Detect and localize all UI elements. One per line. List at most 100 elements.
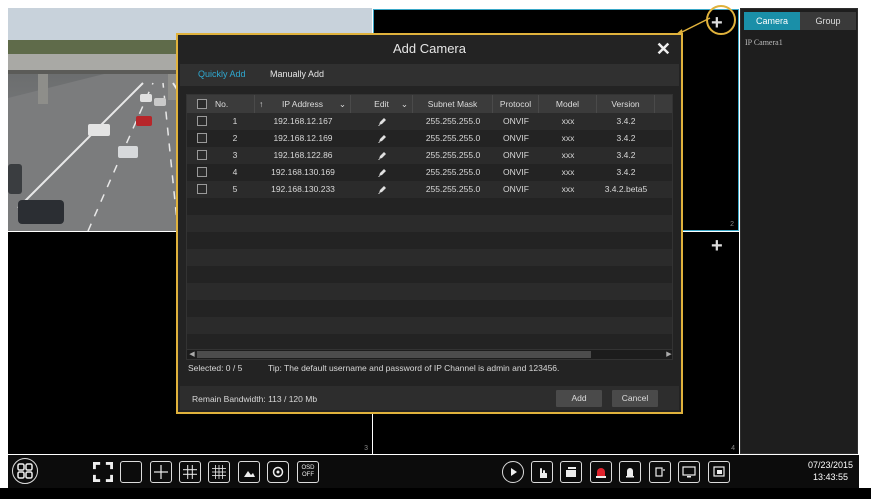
sequence-button[interactable]	[267, 461, 289, 483]
table-row[interactable]: 3 192.168.122.86 255.255.255.0 ONVIF xxx 3.4.…	[187, 147, 672, 164]
picture-icon	[244, 471, 255, 477]
row-subnet-mask: 255.255.255.0	[425, 184, 481, 194]
snapshot-button[interactable]	[560, 461, 582, 483]
row-model: xxx	[561, 184, 575, 194]
layout-1-button[interactable]	[120, 461, 142, 483]
row-version: 3.4.2	[616, 150, 636, 160]
scrollbar-thumb[interactable]	[197, 351, 591, 358]
row-version: 3.4.2	[616, 116, 636, 126]
dialog-footer: Remain Bandwidth: 113 / 120 Mb Add Cance…	[180, 386, 679, 410]
layout-4-button[interactable]	[150, 461, 172, 483]
manual-record-button[interactable]	[590, 461, 612, 483]
row-checkbox[interactable]	[197, 184, 207, 194]
row-checkbox[interactable]	[197, 133, 207, 143]
header-edit[interactable]: Edit ⌄	[351, 95, 413, 113]
table-row	[187, 300, 672, 317]
header-protocol[interactable]: Protocol	[493, 95, 539, 113]
table-row[interactable]: 5 192.168.130.233 255.255.255.0 ONVIF xxx 3.4…	[187, 181, 672, 198]
start-menu-button[interactable]	[12, 458, 38, 484]
fullscreen-button[interactable]	[92, 461, 114, 483]
row-protocol: ONVIF	[503, 184, 529, 194]
row-protocol: ONVIF	[503, 116, 529, 126]
alarm-status-button[interactable]	[619, 461, 641, 483]
playback-button[interactable]	[502, 461, 524, 483]
edit-pencil-icon[interactable]	[351, 181, 413, 198]
row-version: 3.4.2	[616, 167, 636, 177]
tab-quickly-add[interactable]: Quickly Add	[198, 69, 246, 79]
info-screen-icon	[713, 466, 725, 477]
chevron-down-icon[interactable]: ⌄	[401, 95, 408, 113]
tab-camera[interactable]: Camera	[744, 12, 800, 30]
bottom-edge	[0, 488, 871, 499]
nvr-screen: 1 + 2 3 + 4 Camera Group IP Camera1 Add …	[0, 0, 871, 499]
close-icon[interactable]: ✕	[656, 39, 671, 59]
table-row[interactable]: 1 192.168.12.167 255.255.255.0 ONVIF xxx 3.4.…	[187, 113, 672, 130]
horizontal-scrollbar[interactable]: ◀ ▶	[187, 349, 672, 359]
dialog-tabs: Quickly Add Manually Add	[180, 64, 679, 86]
add-camera-plus-icon[interactable]: +	[711, 236, 723, 256]
system-info-button[interactable]	[708, 461, 730, 483]
play-icon	[511, 468, 517, 476]
header-ip-address[interactable]: ↑ IP Address ⌄	[255, 95, 351, 113]
header-version[interactable]: Version	[597, 95, 655, 113]
layout-quad-icon	[154, 465, 168, 479]
row-version: 3.4.2.beta5	[604, 184, 648, 194]
table-row[interactable]: 2 192.168.12.169 255.255.255.0 ONVIF xxx 3.4.…	[187, 130, 672, 147]
image-adjust-button[interactable]	[238, 461, 260, 483]
row-subnet-mask: 255.255.255.0	[425, 133, 481, 143]
add-button[interactable]: Add	[556, 390, 602, 407]
time-text: 13:43:55	[812, 472, 848, 482]
refresh-cycle-icon	[272, 466, 284, 478]
camera-search-table: No. ↑ IP Address ⌄ Edit ⌄ Subnet Mask Pr…	[186, 94, 673, 360]
edit-pencil-icon[interactable]	[351, 164, 413, 181]
row-checkbox[interactable]	[197, 167, 207, 177]
osd-toggle-button[interactable]: OSD OFF	[297, 461, 319, 483]
dialog-title: Add Camera	[393, 41, 466, 56]
row-version: 3.4.2	[616, 133, 636, 143]
table-row	[187, 215, 672, 232]
table-row	[187, 249, 672, 266]
row-checkbox[interactable]	[197, 150, 207, 160]
fullscreen-icon	[93, 462, 113, 482]
table-row[interactable]: 4 192.168.130.169 255.255.255.0 ONVIF xxx 3.4…	[187, 164, 672, 181]
edit-pencil-icon[interactable]	[351, 147, 413, 164]
alarm-bell-icon	[626, 468, 634, 478]
row-number: 3	[232, 150, 238, 160]
header-subnet-mask[interactable]: Subnet Mask	[413, 95, 493, 113]
layout-16-button[interactable]	[208, 461, 230, 483]
row-number: 1	[232, 116, 238, 126]
table-header: No. ↑ IP Address ⌄ Edit ⌄ Subnet Mask Pr…	[187, 95, 672, 113]
ptz-button[interactable]	[531, 461, 553, 483]
chevron-down-icon[interactable]: ⌄	[339, 95, 346, 113]
intercom-icon	[655, 467, 665, 477]
tip-text: Tip: The default username and password o…	[268, 363, 560, 373]
row-model: xxx	[561, 116, 575, 126]
edit-pencil-icon[interactable]	[351, 113, 413, 130]
camera-image-icon	[566, 467, 576, 477]
tile-number: 3	[364, 445, 368, 452]
date-text: 07/23/2015	[807, 460, 853, 470]
edit-pencil-icon[interactable]	[351, 130, 413, 147]
cancel-button[interactable]: Cancel	[612, 390, 658, 407]
table-row	[187, 317, 672, 334]
table-row	[187, 283, 672, 300]
layout-9-button[interactable]	[179, 461, 201, 483]
tab-group[interactable]: Group	[800, 12, 856, 30]
row-subnet-mask: 255.255.255.0	[425, 150, 481, 160]
select-all-checkbox[interactable]	[197, 99, 207, 109]
row-subnet-mask: 255.255.255.0	[425, 167, 481, 177]
header-no[interactable]: No.	[187, 95, 255, 113]
row-checkbox[interactable]	[197, 116, 207, 126]
grid-menu-icon	[17, 463, 33, 479]
bottom-toolbar: OSD OFF 07/23/2015 13:43:55	[8, 455, 859, 488]
header-model[interactable]: Model	[539, 95, 597, 113]
row-number: 2	[232, 133, 238, 143]
row-protocol: ONVIF	[503, 167, 529, 177]
display-output-button[interactable]	[678, 461, 700, 483]
scroll-left-icon[interactable]: ◀	[187, 350, 197, 359]
audio-talk-button[interactable]	[649, 461, 671, 483]
selected-count: Selected: 0 / 5	[188, 363, 243, 373]
tab-manually-add[interactable]: Manually Add	[270, 69, 324, 79]
camera-list-item[interactable]: IP Camera1	[745, 38, 783, 47]
scroll-right-icon[interactable]: ▶	[664, 350, 672, 359]
